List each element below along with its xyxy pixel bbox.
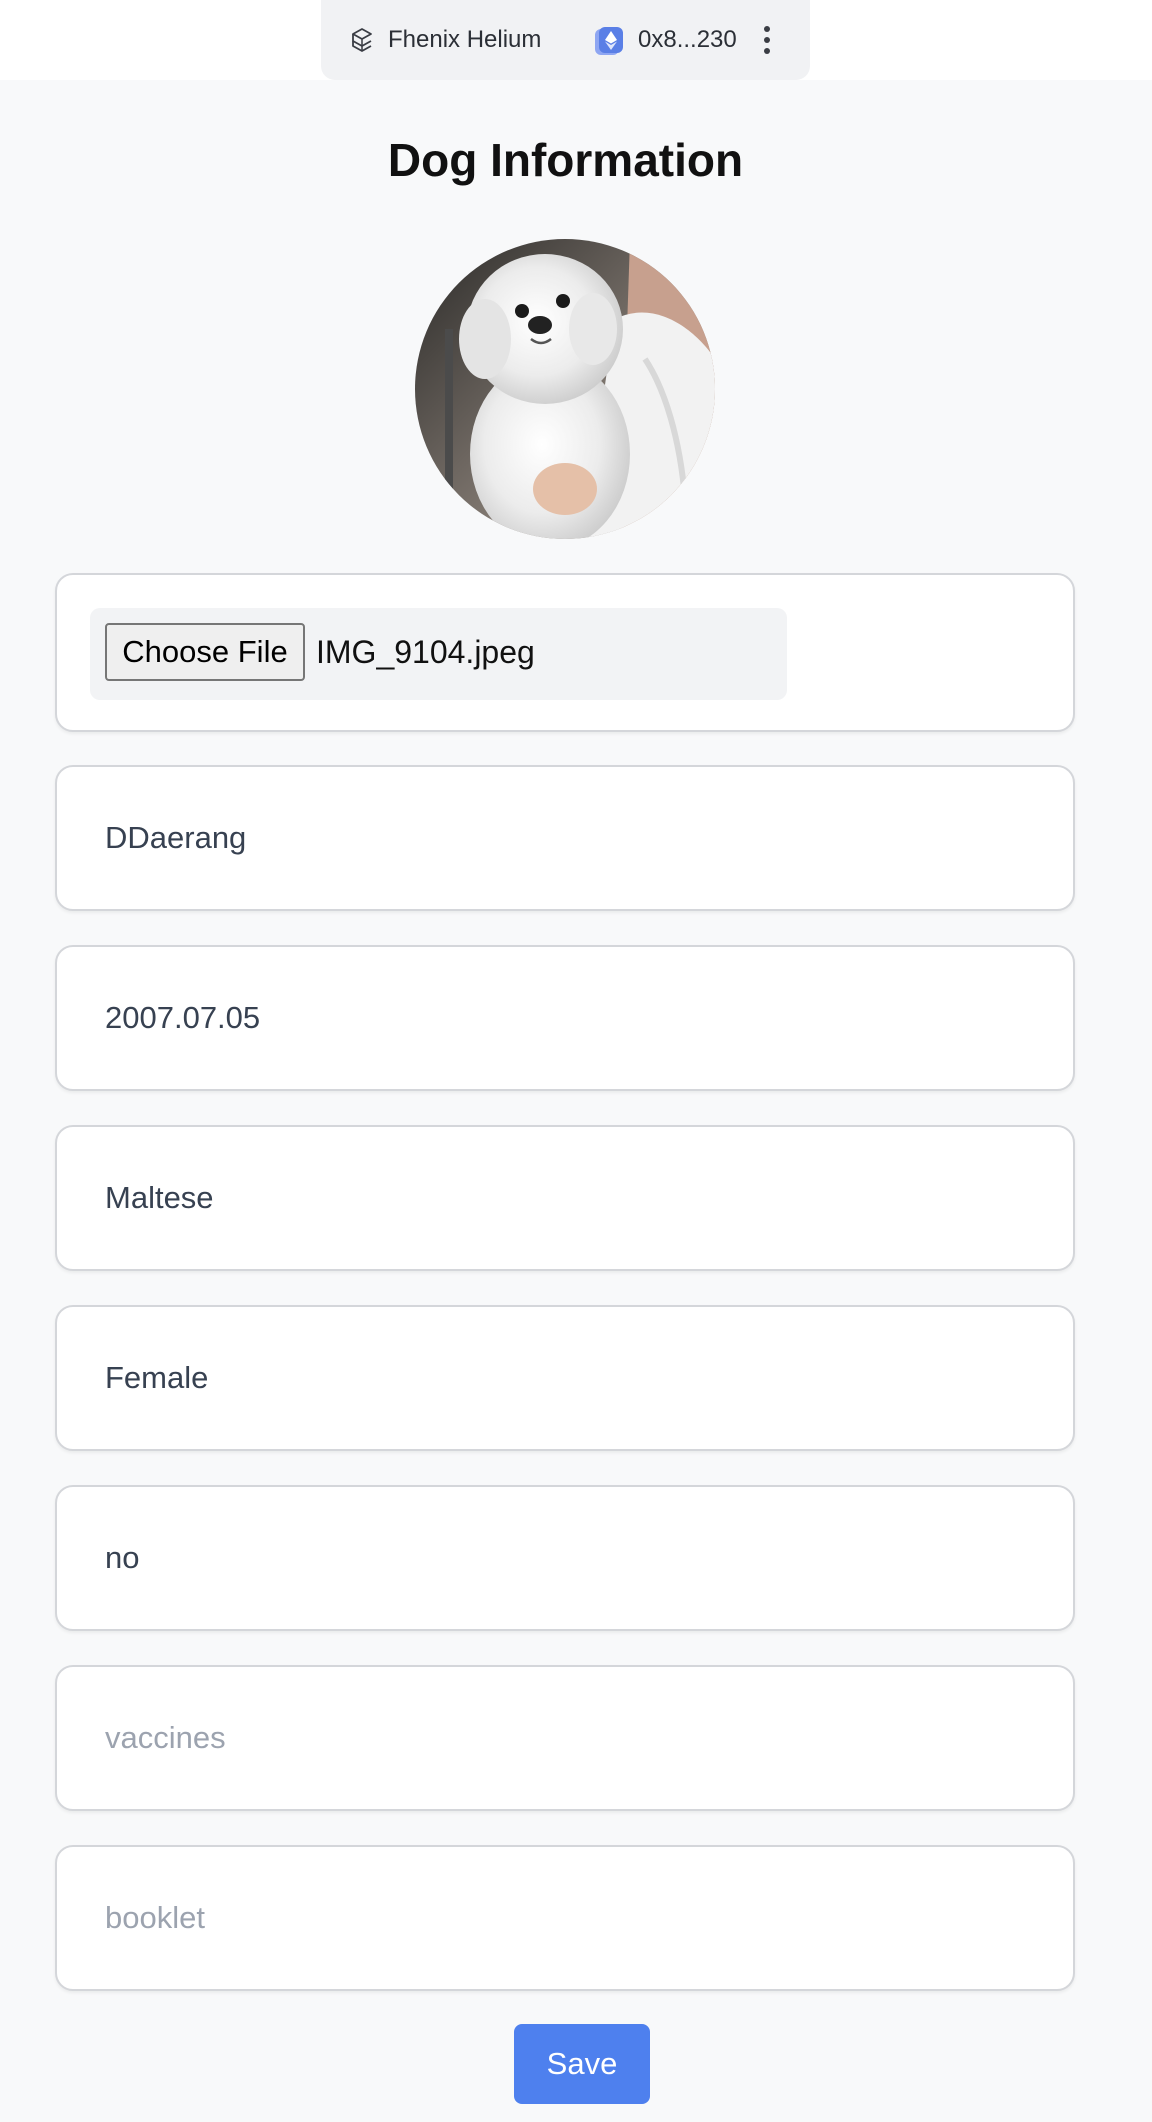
- vaccines-input[interactable]: [57, 1667, 1073, 1809]
- dog-photo: [415, 239, 715, 539]
- neutered-field-card: [55, 1485, 1075, 1631]
- gender-field-card: [55, 1305, 1075, 1451]
- ethereum-wallet-icon: [595, 27, 623, 55]
- wallet-address: 0x8...230: [638, 26, 737, 53]
- breed-input[interactable]: [57, 1127, 1073, 1269]
- save-button[interactable]: Save: [514, 2024, 650, 2104]
- page-title: Dog Information: [387, 134, 744, 186]
- name-field-card: [55, 765, 1075, 911]
- wallet-status-pill[interactable]: Fhenix Helium 0x8...230: [321, 0, 810, 80]
- neutered-input[interactable]: [57, 1487, 1073, 1629]
- breed-field-card: [55, 1125, 1075, 1271]
- file-input[interactable]: Choose File IMG_9104.jpeg: [90, 608, 787, 700]
- booklet-field-card: [55, 1845, 1075, 1991]
- photo-upload-card: Choose File IMG_9104.jpeg: [55, 573, 1075, 732]
- top-bar: Fhenix Helium 0x8...230: [0, 0, 1152, 80]
- gender-input[interactable]: [57, 1307, 1073, 1449]
- birthdate-input[interactable]: [57, 947, 1073, 1089]
- booklet-input[interactable]: [57, 1847, 1073, 1989]
- cube-network-icon: [352, 28, 372, 52]
- dog-name-input[interactable]: [57, 767, 1073, 909]
- choose-file-button[interactable]: Choose File: [105, 623, 305, 681]
- birthdate-field-card: [55, 945, 1075, 1091]
- vaccines-field-card: [55, 1665, 1075, 1811]
- kebab-menu-icon[interactable]: [757, 22, 777, 58]
- selected-file-name: IMG_9104.jpeg: [316, 634, 535, 670]
- network-name: Fhenix Helium: [388, 26, 542, 53]
